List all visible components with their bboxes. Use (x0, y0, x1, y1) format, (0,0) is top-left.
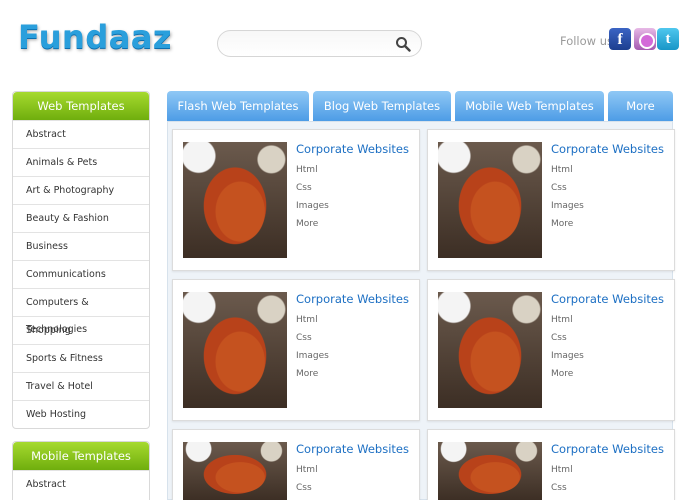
mobile-templates-heading: Mobile Templates (13, 442, 149, 470)
template-thumbnail[interactable] (438, 442, 542, 500)
sidebar-item-communications[interactable]: Communications (13, 260, 149, 288)
template-card: Corporate Websites Html Css Images More (427, 129, 675, 271)
html-link[interactable]: Html (296, 165, 318, 175)
template-title-link[interactable]: Corporate Websites (551, 292, 664, 306)
sidebar-item-art-photography[interactable]: Art & Photography (13, 176, 149, 204)
more-link[interactable]: More (551, 219, 573, 229)
more-link[interactable]: More (296, 219, 318, 229)
html-link[interactable]: Html (296, 315, 318, 325)
search-box (217, 30, 422, 57)
css-link[interactable]: Css (551, 333, 567, 343)
css-link[interactable]: Css (551, 483, 567, 493)
sidebar-item-sports-fitness[interactable]: Sports & Fitness (13, 344, 149, 372)
web-templates-heading: Web Templates (13, 92, 149, 120)
css-link[interactable]: Css (296, 483, 312, 493)
template-card: Corporate Websites Html Css Images More (172, 129, 420, 271)
template-title-link[interactable]: Corporate Websites (551, 142, 664, 156)
twitter-icon[interactable]: t (657, 28, 679, 50)
sidebar-item-business[interactable]: Business (13, 232, 149, 260)
html-link[interactable]: Html (551, 465, 573, 475)
images-link[interactable]: Images (296, 351, 329, 361)
html-link[interactable]: Html (551, 165, 573, 175)
images-link[interactable]: Images (296, 201, 329, 211)
search-icon[interactable] (395, 36, 411, 52)
tab-mobile-web-templates[interactable]: Mobile Web Templates (455, 91, 604, 121)
template-card: Corporate Websites Html Css (427, 429, 675, 500)
tab-blog-web-templates[interactable]: Blog Web Templates (313, 91, 451, 121)
template-thumbnail[interactable] (438, 142, 542, 258)
css-link[interactable]: Css (551, 183, 567, 193)
images-link[interactable]: Images (551, 351, 584, 361)
follow-us-label: Follow us (560, 34, 614, 48)
html-link[interactable]: Html (551, 315, 573, 325)
mobile-templates-list: Abstract (13, 470, 149, 498)
css-link[interactable]: Css (296, 183, 312, 193)
sidebar-item-mobile-abstract[interactable]: Abstract (13, 470, 149, 498)
template-card: Corporate Websites Html Css Images More (172, 279, 420, 421)
search-input[interactable] (228, 35, 393, 53)
template-title-link[interactable]: Corporate Websites (296, 442, 409, 456)
mobile-templates-panel: Mobile Templates Abstract (12, 441, 150, 500)
tab-more[interactable]: More (608, 91, 673, 121)
template-card: Corporate Websites Html Css Images More (427, 279, 675, 421)
template-thumbnail[interactable] (183, 142, 287, 258)
more-link[interactable]: More (551, 369, 573, 379)
site-logo[interactable]: Fundaaz (18, 18, 172, 56)
template-title-link[interactable]: Corporate Websites (296, 292, 409, 306)
images-link[interactable]: Images (551, 201, 584, 211)
sidebar-item-travel-hotel[interactable]: Travel & Hotel (13, 372, 149, 400)
template-title-link[interactable]: Corporate Websites (551, 442, 664, 456)
template-thumbnail[interactable] (438, 292, 542, 408)
rss-icon[interactable] (634, 28, 656, 50)
template-title-link[interactable]: Corporate Websites (296, 142, 409, 156)
template-card: Corporate Websites Html Css (172, 429, 420, 500)
sidebar-item-web-hosting[interactable]: Web Hosting (13, 400, 149, 428)
tab-flash-web-templates[interactable]: Flash Web Templates (167, 91, 309, 121)
web-templates-panel: Web Templates Abstract Animals & Pets Ar… (12, 91, 150, 429)
sidebar-item-animals-pets[interactable]: Animals & Pets (13, 148, 149, 176)
template-thumbnail[interactable] (183, 442, 287, 500)
web-templates-list: Abstract Animals & Pets Art & Photograph… (13, 120, 149, 428)
html-link[interactable]: Html (296, 465, 318, 475)
css-link[interactable]: Css (296, 333, 312, 343)
template-thumbnail[interactable] (183, 292, 287, 408)
facebook-icon[interactable]: f (609, 28, 631, 50)
sidebar-item-abstract[interactable]: Abstract (13, 120, 149, 148)
sidebar-item-computers-technologies[interactable]: Computers & Technologies (13, 288, 149, 335)
more-link[interactable]: More (296, 369, 318, 379)
sidebar-item-beauty-fashion[interactable]: Beauty & Fashion (13, 204, 149, 232)
